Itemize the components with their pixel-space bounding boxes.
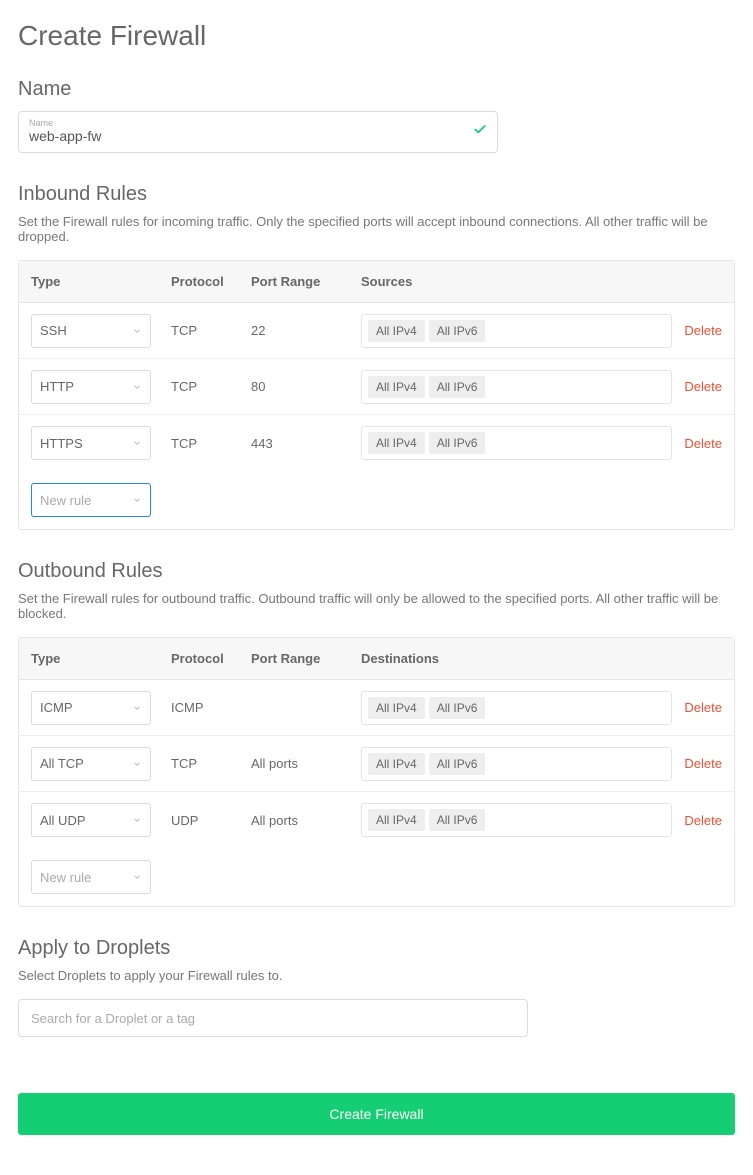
- rule-port-range: All ports: [251, 813, 361, 828]
- col-port: Port Range: [251, 274, 361, 289]
- delete-rule-link[interactable]: Delete: [684, 323, 722, 338]
- outbound-section: Outbound Rules Set the Firewall rules fo…: [18, 560, 735, 907]
- rule-type-select[interactable]: SSH: [31, 314, 151, 348]
- delete-rule-link[interactable]: Delete: [684, 813, 722, 828]
- new-rule-label: New rule: [40, 870, 91, 885]
- target-tag[interactable]: All IPv6: [429, 376, 486, 398]
- rule-targets-box[interactable]: All IPv4All IPv6: [361, 314, 672, 348]
- target-tag[interactable]: All IPv4: [368, 753, 425, 775]
- delete-rule-link[interactable]: Delete: [684, 436, 722, 451]
- rule-protocol: UDP: [171, 813, 251, 828]
- apply-heading: Apply to Droplets: [18, 937, 735, 960]
- chevron-down-icon: [132, 495, 142, 505]
- chevron-down-icon: [132, 759, 142, 769]
- rule-row: HTTPTCP80All IPv4All IPv6Delete: [19, 359, 734, 415]
- rule-protocol: ICMP: [171, 700, 251, 715]
- col-port: Port Range: [251, 651, 361, 666]
- inbound-heading: Inbound Rules: [18, 183, 735, 206]
- rule-type-select[interactable]: HTTPS: [31, 426, 151, 460]
- create-firewall-button[interactable]: Create Firewall: [18, 1093, 735, 1135]
- delete-rule-link[interactable]: Delete: [684, 379, 722, 394]
- target-tag[interactable]: All IPv6: [429, 320, 486, 342]
- apply-description: Select Droplets to apply your Firewall r…: [18, 968, 735, 983]
- col-type: Type: [31, 651, 171, 666]
- rule-row: All TCPTCPAll portsAll IPv4All IPv6Delet…: [19, 736, 734, 792]
- rule-row: HTTPSTCP443All IPv4All IPv6Delete: [19, 415, 734, 471]
- col-sources: Sources: [361, 274, 672, 289]
- droplet-search-input[interactable]: [18, 999, 528, 1037]
- new-rule-label: New rule: [40, 493, 91, 508]
- target-tag[interactable]: All IPv4: [368, 432, 425, 454]
- rule-type-select[interactable]: All UDP: [31, 803, 151, 837]
- inbound-header-row: Type Protocol Port Range Sources: [19, 261, 734, 303]
- rule-type-select[interactable]: HTTP: [31, 370, 151, 404]
- target-tag[interactable]: All IPv6: [429, 809, 486, 831]
- chevron-down-icon: [132, 326, 142, 336]
- target-tag[interactable]: All IPv6: [429, 753, 486, 775]
- rule-targets-box[interactable]: All IPv4All IPv6: [361, 803, 672, 837]
- page-title: Create Firewall: [18, 20, 735, 52]
- delete-rule-link[interactable]: Delete: [684, 700, 722, 715]
- apply-section: Apply to Droplets Select Droplets to app…: [18, 937, 735, 1037]
- rule-protocol: TCP: [171, 756, 251, 771]
- target-tag[interactable]: All IPv4: [368, 320, 425, 342]
- firewall-name-field[interactable]: Name: [18, 111, 498, 153]
- rule-type-label: All TCP: [40, 756, 84, 771]
- rule-targets-box[interactable]: All IPv4All IPv6: [361, 691, 672, 725]
- rule-type-select[interactable]: ICMP: [31, 691, 151, 725]
- outbound-header-row: Type Protocol Port Range Destinations: [19, 638, 734, 680]
- new-rule-select[interactable]: New rule: [31, 860, 151, 894]
- target-tag[interactable]: All IPv6: [429, 697, 486, 719]
- inbound-new-rule-row: New rule: [19, 471, 734, 529]
- rule-type-label: ICMP: [40, 700, 73, 715]
- rule-type-label: HTTPS: [40, 436, 83, 451]
- delete-rule-link[interactable]: Delete: [684, 756, 722, 771]
- target-tag[interactable]: All IPv6: [429, 432, 486, 454]
- name-heading: Name: [18, 78, 735, 101]
- target-tag[interactable]: All IPv4: [368, 697, 425, 719]
- inbound-rules-table: Type Protocol Port Range Sources SSHTCP2…: [18, 260, 735, 530]
- rule-type-label: SSH: [40, 323, 67, 338]
- chevron-down-icon: [132, 703, 142, 713]
- rule-row: ICMP ICMP All IPv4All IPv6 Delete: [19, 680, 734, 736]
- rule-protocol: TCP: [171, 379, 251, 394]
- firewall-name-input[interactable]: [29, 128, 461, 144]
- target-tag[interactable]: All IPv4: [368, 809, 425, 831]
- chevron-down-icon: [132, 438, 142, 448]
- col-protocol: Protocol: [171, 274, 251, 289]
- inbound-description: Set the Firewall rules for incoming traf…: [18, 214, 735, 244]
- target-tag[interactable]: All IPv4: [368, 376, 425, 398]
- rule-protocol: TCP: [171, 436, 251, 451]
- rule-type-select[interactable]: All TCP: [31, 747, 151, 781]
- inbound-section: Inbound Rules Set the Firewall rules for…: [18, 183, 735, 530]
- outbound-heading: Outbound Rules: [18, 560, 735, 583]
- name-section: Name Name: [18, 78, 735, 153]
- check-icon: [473, 123, 487, 142]
- rule-type-label: All UDP: [40, 813, 86, 828]
- rule-port-range: 443: [251, 436, 361, 451]
- rule-protocol: TCP: [171, 323, 251, 338]
- rule-row: SSHTCP22All IPv4All IPv6Delete: [19, 303, 734, 359]
- rule-port-range: 80: [251, 379, 361, 394]
- chevron-down-icon: [132, 382, 142, 392]
- outbound-description: Set the Firewall rules for outbound traf…: [18, 591, 735, 621]
- rule-type-label: HTTP: [40, 379, 74, 394]
- rule-targets-box[interactable]: All IPv4All IPv6: [361, 426, 672, 460]
- col-destinations: Destinations: [361, 651, 672, 666]
- rule-targets-box[interactable]: All IPv4All IPv6: [361, 370, 672, 404]
- rule-targets-box[interactable]: All IPv4All IPv6: [361, 747, 672, 781]
- col-type: Type: [31, 274, 171, 289]
- rule-port-range: 22: [251, 323, 361, 338]
- chevron-down-icon: [132, 872, 142, 882]
- rule-port-range: All ports: [251, 756, 361, 771]
- rule-row: All UDPUDPAll portsAll IPv4All IPv6Delet…: [19, 792, 734, 848]
- name-float-label: Name: [29, 118, 461, 128]
- col-protocol: Protocol: [171, 651, 251, 666]
- chevron-down-icon: [132, 815, 142, 825]
- outbound-rules-table: Type Protocol Port Range Destinations IC…: [18, 637, 735, 907]
- new-rule-select[interactable]: New rule: [31, 483, 151, 517]
- outbound-new-rule-row: New rule: [19, 848, 734, 906]
